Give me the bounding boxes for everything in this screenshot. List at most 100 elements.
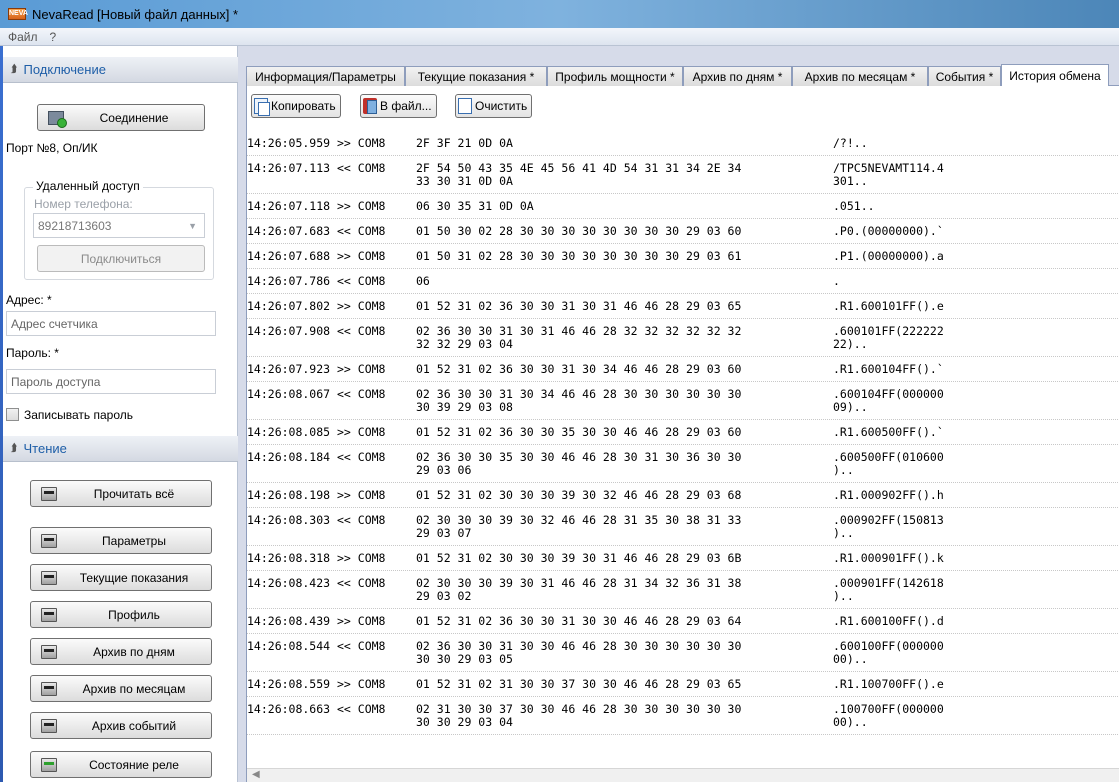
log-row[interactable]: 14:26:07.688 >> COM8 01 50 31 02 28 30 30… xyxy=(247,245,1119,269)
tab-power-profile[interactable]: Профиль мощности * xyxy=(547,66,683,86)
menu-file[interactable]: Файл xyxy=(8,30,38,44)
read-profile-button[interactable]: Профиль xyxy=(30,601,212,628)
copy-button[interactable]: Копировать xyxy=(251,94,341,118)
address-label: Адрес: * xyxy=(6,293,52,307)
log-row[interactable]: 14:26:08.318 >> COM8 01 52 31 02 30 30 30… xyxy=(247,547,1119,571)
log-hex-bytes: 01 50 31 02 28 30 30 30 30 30 30 30 30 2… xyxy=(416,249,742,263)
log-timestamp-port: 14:26:07.118 >> COM8 xyxy=(247,199,386,213)
connection-section-header[interactable]: ⮭ Подключение xyxy=(3,57,238,83)
log-hex-bytes: 06 xyxy=(416,274,430,288)
log-hex-bytes: 06 30 35 31 0D 0A xyxy=(416,199,534,213)
log-row[interactable]: 14:26:08.085 >> COM8 01 52 31 02 36 30 30… xyxy=(247,421,1119,445)
address-input[interactable]: Адрес счетчика xyxy=(6,311,216,336)
log-timestamp-port: 14:26:07.908 << COM8 xyxy=(247,324,386,338)
clear-label: Очистить xyxy=(475,99,528,113)
log-timestamp-port: 14:26:05.959 >> COM8 xyxy=(247,136,386,150)
log-row[interactable]: 14:26:08.303 << COM8 02 30 30 30 39 30 32… xyxy=(247,509,1119,546)
log-hex-bytes: 01 52 31 02 30 30 30 39 30 31 46 46 28 2… xyxy=(416,551,742,565)
password-input[interactable]: Пароль доступа xyxy=(6,369,216,394)
log-row[interactable]: 14:26:08.544 << COM8 02 36 30 30 31 30 30… xyxy=(247,635,1119,672)
log-timestamp-port: 14:26:08.439 >> COM8 xyxy=(247,614,386,628)
remote-connect-label: Подключиться xyxy=(80,251,162,266)
chevron-down-icon[interactable]: ▼ xyxy=(188,221,197,231)
password-placeholder: Пароль доступа xyxy=(11,374,101,389)
tab-daily-archive[interactable]: Архив по дням * xyxy=(683,66,792,86)
read-daily-archive-button[interactable]: Архив по дням xyxy=(30,638,212,665)
read-monthly-archive-button[interactable]: Архив по месяцам xyxy=(30,675,212,702)
read-monthly-archive-label: Архив по месяцам xyxy=(82,681,186,696)
log-ascii-text: .R1.600500FF().` xyxy=(833,425,944,439)
log-timestamp-port: 14:26:08.544 << COM8 xyxy=(247,639,386,653)
log-row[interactable]: 14:26:08.559 >> COM8 01 52 31 02 31 30 30… xyxy=(247,673,1119,697)
horizontal-scrollbar[interactable]: ◀ xyxy=(247,768,1119,782)
log-row[interactable]: 14:26:07.118 >> COM8 06 30 35 31 0D 0A .05… xyxy=(247,195,1119,219)
app-logo-icon: NEVA xyxy=(8,8,28,20)
save-file-icon xyxy=(363,98,377,114)
log-row[interactable]: 14:26:07.113 << COM8 2F 54 50 43 35 4E 45… xyxy=(247,157,1119,194)
phone-label: Номер телефона: xyxy=(34,197,133,211)
log-row[interactable]: 14:26:05.959 >> COM8 2F 3F 21 0D 0A /?!.. xyxy=(247,132,1119,156)
read-parameters-button[interactable]: Параметры xyxy=(30,527,212,554)
save-to-file-label: В файл... xyxy=(380,99,432,113)
log-row[interactable]: 14:26:08.184 << COM8 02 36 30 30 35 30 30… xyxy=(247,446,1119,483)
remote-connect-button[interactable]: Подключиться xyxy=(37,245,205,272)
read-all-button[interactable]: Прочитать всё xyxy=(30,480,212,507)
log-hex-bytes: 02 30 30 30 39 30 31 46 46 28 31 34 32 3… xyxy=(416,576,742,603)
log-timestamp-port: 14:26:07.688 >> COM8 xyxy=(247,249,386,263)
save-password-checkbox[interactable] xyxy=(6,408,19,421)
window-title: NevaRead [Новый файл данных] * xyxy=(32,6,239,22)
meter-device-icon xyxy=(41,681,57,696)
read-events-archive-button[interactable]: Архив событий xyxy=(30,712,212,739)
tab-events[interactable]: События * xyxy=(928,66,1001,86)
log-hex-bytes: 02 36 30 30 31 30 30 46 46 28 30 30 30 3… xyxy=(416,639,742,666)
title-bar: NEVA NevaRead [Новый файл данных] * xyxy=(0,0,1119,28)
save-to-file-button[interactable]: В файл... xyxy=(360,94,437,118)
copy-icon xyxy=(254,98,270,116)
tab-monthly-archive[interactable]: Архив по месяцам * xyxy=(792,66,928,86)
log-hex-bytes: 01 52 31 02 30 30 30 39 30 32 46 46 28 2… xyxy=(416,488,742,502)
log-row[interactable]: 14:26:07.802 >> COM8 01 52 31 02 36 30 30… xyxy=(247,295,1119,319)
log-row[interactable]: 14:26:08.067 << COM8 02 36 30 30 31 30 34… xyxy=(247,383,1119,420)
log-row[interactable]: 14:26:08.663 << COM8 02 31 30 30 37 30 30… xyxy=(247,698,1119,735)
reading-section-header[interactable]: ⮭ Чтение xyxy=(3,436,238,462)
phone-field[interactable]: 89218713603 ▼ xyxy=(33,213,205,238)
log-row[interactable]: 14:26:07.683 << COM8 01 50 30 02 28 30 30… xyxy=(247,220,1119,244)
meter-device-icon xyxy=(41,757,57,772)
tab-exchange-history[interactable]: История обмена xyxy=(1001,64,1109,87)
read-all-label: Прочитать всё xyxy=(93,486,175,501)
scroll-left-icon[interactable]: ◀ xyxy=(252,769,260,780)
port-info: Порт №8, Оп/ИК xyxy=(6,141,98,155)
log-row[interactable]: 14:26:07.908 << COM8 02 36 30 30 31 30 31… xyxy=(247,320,1119,357)
log-ascii-text: .600500FF(010600 ).. xyxy=(833,450,944,477)
read-events-archive-label: Архив событий xyxy=(91,718,177,733)
log-row[interactable]: 14:26:08.423 << COM8 02 30 30 30 39 30 31… xyxy=(247,572,1119,609)
log-ascii-text: .000902FF(150813 ).. xyxy=(833,513,944,540)
log-ascii-text: .R1.000901FF().k xyxy=(833,551,944,565)
tab-info-parameters[interactable]: Информация/Параметры xyxy=(246,66,405,86)
relay-state-button[interactable]: Состояние реле xyxy=(30,751,212,778)
log-timestamp-port: 14:26:08.559 >> COM8 xyxy=(247,677,386,691)
read-profile-label: Профиль xyxy=(108,607,160,622)
log-hex-bytes: 02 36 30 30 31 30 31 46 46 28 32 32 32 3… xyxy=(416,324,742,351)
log-ascii-text: .100700FF(000000 00).. xyxy=(833,702,944,729)
log-ascii-text: . xyxy=(833,274,840,288)
meter-device-icon xyxy=(41,570,57,585)
log-timestamp-port: 14:26:08.184 << COM8 xyxy=(247,450,386,464)
log-ascii-text: .600104FF(000000 09).. xyxy=(833,387,944,414)
log-row[interactable]: 14:26:08.439 >> COM8 01 52 31 02 36 30 30… xyxy=(247,610,1119,634)
log-timestamp-port: 14:26:08.067 << COM8 xyxy=(247,387,386,401)
log-hex-bytes: 01 52 31 02 36 30 30 31 30 30 46 46 28 2… xyxy=(416,614,742,628)
exchange-log[interactable]: 14:26:05.959 >> COM8 2F 3F 21 0D 0A/?!.. 1… xyxy=(247,132,1119,762)
read-current-values-button[interactable]: Текущие показания xyxy=(30,564,212,591)
log-row[interactable]: 14:26:07.923 >> COM8 01 52 31 02 36 30 30… xyxy=(247,358,1119,382)
connect-button[interactable]: Соединение xyxy=(37,104,205,131)
log-row[interactable]: 14:26:08.198 >> COM8 01 52 31 02 30 30 30… xyxy=(247,484,1119,508)
log-ascii-text: .600101FF(222222 22).. xyxy=(833,324,944,351)
clear-button[interactable]: Очистить xyxy=(455,94,533,118)
meter-device-icon xyxy=(41,533,57,548)
log-row[interactable]: 14:26:07.786 << COM8 06. xyxy=(247,270,1119,294)
tab-current-values[interactable]: Текущие показания * xyxy=(405,66,547,86)
left-panel: ⮭ Подключение Соединение Порт №8, Оп/ИК … xyxy=(0,46,238,782)
copy-label: Копировать xyxy=(271,99,336,113)
menu-help[interactable]: ? xyxy=(50,30,57,44)
